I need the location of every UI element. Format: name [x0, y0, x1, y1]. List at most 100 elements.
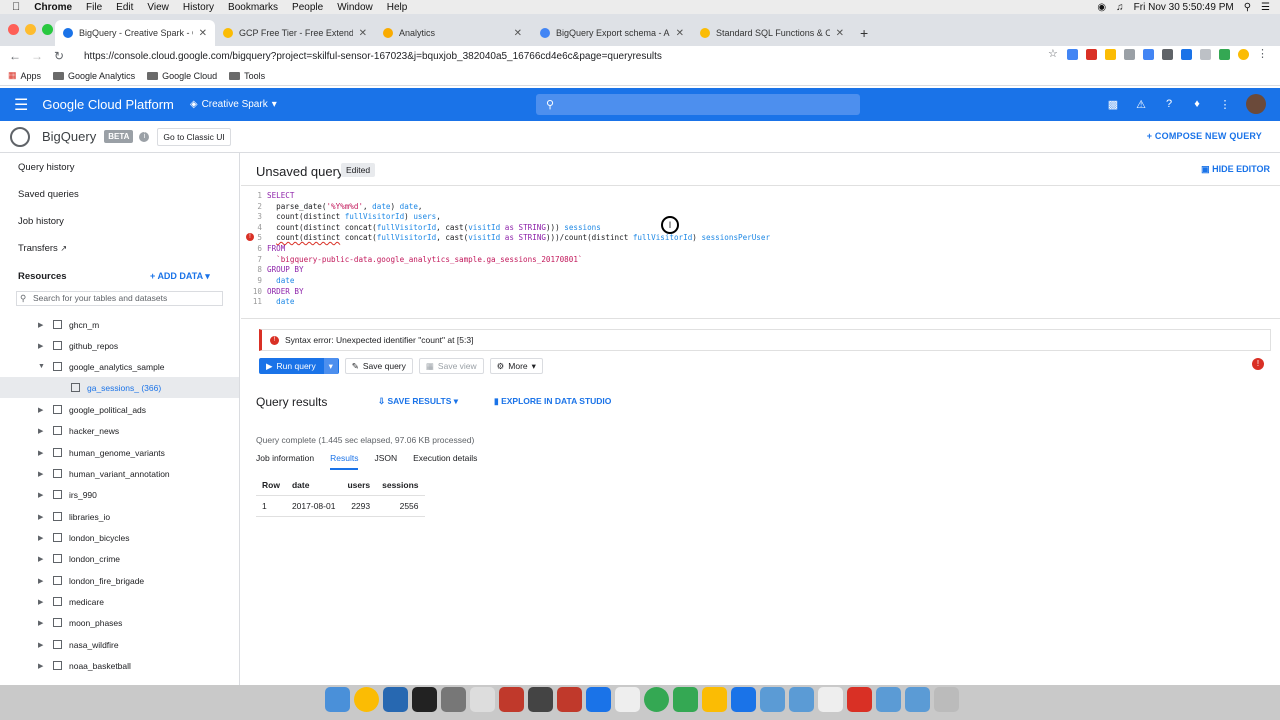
- error-marker-icon[interactable]: !: [246, 233, 254, 241]
- extension-icon[interactable]: [1181, 49, 1192, 60]
- chevron-right-icon[interactable]: ▶: [38, 406, 43, 414]
- compose-query-button[interactable]: + COMPOSE NEW QUERY: [1147, 131, 1262, 141]
- tab-bigquery-export-schema[interactable]: BigQuery Export schema - Ana ✕: [532, 20, 692, 46]
- save-view-button[interactable]: ▦ Save view: [418, 358, 484, 374]
- camera-icon[interactable]: [1143, 49, 1154, 60]
- chevron-down-icon[interactable]: ▼: [38, 363, 45, 370]
- bookmark-tools[interactable]: Tools: [229, 71, 265, 81]
- more-vert-icon[interactable]: ⋮: [1257, 49, 1268, 60]
- extension-icon[interactable]: [1162, 49, 1173, 60]
- bookmark-google-analytics[interactable]: Google Analytics: [53, 71, 135, 81]
- hamburger-menu-icon[interactable]: ☰: [14, 95, 28, 115]
- tab-json[interactable]: JSON: [374, 453, 397, 470]
- run-query-button[interactable]: ▶ Run query ▾: [259, 358, 339, 374]
- tab-standard-sql[interactable]: Standard SQL Functions & Ope ✕: [692, 20, 852, 46]
- close-tab-icon[interactable]: ✕: [836, 28, 844, 39]
- chevron-right-icon[interactable]: ▶: [38, 641, 43, 649]
- forward-icon[interactable]: →: [30, 49, 44, 63]
- folder-icon[interactable]: [789, 687, 814, 712]
- chevron-right-icon[interactable]: ▶: [38, 470, 43, 478]
- preview-icon[interactable]: [470, 687, 495, 712]
- lightbulb-icon[interactable]: [702, 687, 727, 712]
- chevron-right-icon[interactable]: ▶: [38, 619, 43, 627]
- tree-item[interactable]: ▶ hacker_news: [0, 420, 239, 441]
- minimize-window-icon[interactable]: [25, 24, 36, 35]
- tree-item[interactable]: ▶ github_repos: [0, 335, 239, 356]
- platform-title[interactable]: Google Cloud Platform: [42, 97, 174, 112]
- calendar-icon[interactable]: [847, 687, 872, 712]
- volume-icon[interactable]: ♫: [1116, 2, 1124, 13]
- close-tab-icon[interactable]: ✕: [676, 28, 684, 39]
- trash-icon[interactable]: [934, 687, 959, 712]
- bookmark-google-cloud[interactable]: Google Cloud: [147, 71, 217, 81]
- sidebar-item-query-history[interactable]: Query history: [18, 162, 75, 173]
- close-tab-icon[interactable]: ✕: [199, 28, 207, 39]
- tab-analytics[interactable]: Analytics ✕: [375, 20, 530, 46]
- validator-error-icon[interactable]: !: [1252, 358, 1264, 370]
- wifi-icon[interactable]: ◉: [1097, 2, 1106, 13]
- chrome-icon[interactable]: [354, 687, 379, 712]
- chevron-right-icon[interactable]: ▶: [38, 577, 43, 585]
- cloud-shell-icon[interactable]: ▩: [1106, 97, 1120, 111]
- tree-item[interactable]: ▶ nasa_wildfire: [0, 634, 239, 655]
- tree-item[interactable]: ▶ irs_990: [0, 484, 239, 505]
- chevron-right-icon[interactable]: ▶: [38, 449, 43, 457]
- app-icon[interactable]: [615, 687, 640, 712]
- save-query-button[interactable]: ✎ Save query: [344, 358, 413, 374]
- sql-editor[interactable]: 1 2 3 4 5 6 7 8 9 10 11 ! SELECT parse_d…: [241, 185, 1280, 319]
- classic-ui-button[interactable]: Go to Classic UI: [157, 127, 231, 146]
- zoom-window-icon[interactable]: [42, 24, 53, 35]
- bell-icon[interactable]: ♦: [1190, 97, 1204, 111]
- tree-item[interactable]: ▶ google_political_ads: [0, 399, 239, 420]
- chevron-right-icon[interactable]: ▶: [38, 427, 43, 435]
- chevron-right-icon[interactable]: ▶: [38, 555, 43, 563]
- menu-app[interactable]: Chrome: [34, 2, 72, 13]
- tab-job-information[interactable]: Job information: [256, 453, 314, 470]
- star-icon[interactable]: ☆: [1048, 49, 1059, 60]
- menu-bookmarks[interactable]: Bookmarks: [228, 2, 278, 13]
- console-search[interactable]: ⚲: [536, 94, 860, 115]
- app-icon[interactable]: [528, 687, 553, 712]
- extension-icon[interactable]: [1124, 49, 1135, 60]
- itunes-icon[interactable]: [818, 687, 843, 712]
- menu-view[interactable]: View: [147, 2, 169, 13]
- system-preferences-icon[interactable]: [441, 687, 466, 712]
- close-tab-icon[interactable]: ✕: [359, 28, 367, 39]
- emoji-icon[interactable]: [1238, 49, 1249, 60]
- bookmark-apps[interactable]: ▦ Apps: [8, 70, 41, 81]
- chevron-right-icon[interactable]: ▶: [38, 491, 43, 499]
- chevron-right-icon[interactable]: ▶: [38, 342, 43, 350]
- hangouts-icon[interactable]: [673, 687, 698, 712]
- new-tab-button[interactable]: +: [852, 20, 876, 46]
- app-icon[interactable]: [557, 687, 582, 712]
- finder-icon[interactable]: [325, 687, 350, 712]
- extension-icon[interactable]: [1067, 49, 1078, 60]
- tree-item[interactable]: ▶ medicare: [0, 591, 239, 612]
- apple-icon[interactable]: : [12, 1, 20, 13]
- info-icon[interactable]: i: [139, 131, 150, 142]
- downloads-icon[interactable]: [905, 687, 930, 712]
- tree-item[interactable]: ▶ london_crime: [0, 548, 239, 569]
- more-button[interactable]: ⚙ More ▾: [489, 358, 543, 374]
- cloud-icon[interactable]: [586, 687, 611, 712]
- chevron-down-icon[interactable]: ▾: [323, 358, 338, 374]
- menu-window[interactable]: Window: [337, 2, 373, 13]
- search-icon[interactable]: ⚲: [1244, 2, 1251, 13]
- project-selector[interactable]: ◈ Creative Spark ▾: [190, 99, 277, 110]
- avatar[interactable]: [1246, 94, 1266, 114]
- explore-data-studio-button[interactable]: ▮ EXPLORE IN DATA STUDIO: [494, 396, 611, 407]
- tree-item-table[interactable]: ga_sessions_ (366): [0, 377, 239, 398]
- tree-item[interactable]: ▶ libraries_io: [0, 506, 239, 527]
- clock[interactable]: Fri Nov 30 5:50:49 PM: [1134, 2, 1234, 13]
- menu-help[interactable]: Help: [387, 2, 408, 13]
- tab-execution-details[interactable]: Execution details: [413, 453, 477, 470]
- extension-icon[interactable]: [1219, 49, 1230, 60]
- chevron-right-icon[interactable]: ▶: [38, 662, 43, 670]
- tree-item[interactable]: ▶ human_genome_variants: [0, 442, 239, 463]
- save-results-button[interactable]: ⇩ SAVE RESULTS ▾: [378, 396, 458, 407]
- extension-icon[interactable]: [1105, 49, 1116, 60]
- tree-item[interactable]: ▶ moon_phases: [0, 612, 239, 633]
- resource-search-input[interactable]: ⚲ Search for your tables and datasets: [16, 291, 223, 306]
- chevron-right-icon[interactable]: ▶: [38, 321, 43, 329]
- app-icon[interactable]: [731, 687, 756, 712]
